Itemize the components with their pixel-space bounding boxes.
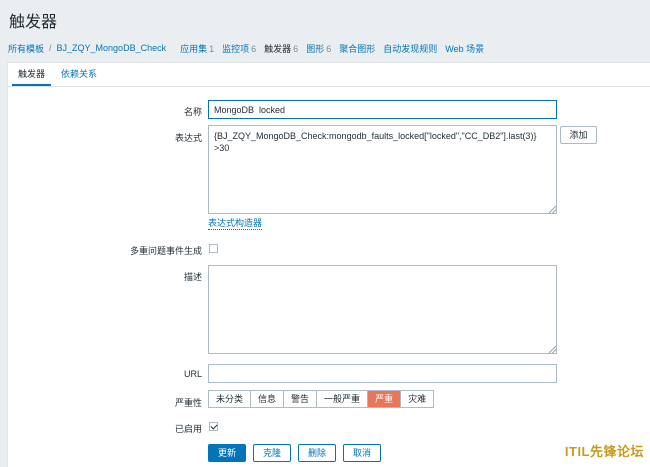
severity-label: 严重性 (174, 398, 202, 408)
name-input[interactable] (208, 100, 557, 119)
multiple-events-checkbox[interactable] (209, 244, 218, 253)
breadcrumb-all-templates[interactable]: 所有模板 (8, 42, 44, 55)
breadcrumb-template[interactable]: BJ_ZQY_MongoDB_Check (57, 43, 167, 53)
resize-grip-icon[interactable] (549, 346, 556, 353)
nav-web-scenarios-label: Web 场景 (445, 43, 485, 54)
name-label: 名称 (183, 107, 202, 117)
tab-trigger[interactable]: 触发器 (12, 63, 52, 86)
watermark-text: ITIL先锋论坛 (564, 444, 644, 459)
breadcrumb: 所有模板 / BJ_ZQY_MongoDB_Check 应用集 1 监控项 6 触发… (0, 36, 650, 60)
tab-bar: 触发器 依赖关系 (8, 63, 650, 87)
nav-triggers-label: 触发器 (264, 43, 292, 54)
nav-items[interactable]: 监控项 6 (222, 42, 256, 55)
nav-applications-count: 1 (209, 43, 215, 54)
nav-graphs-label: 图形 (306, 43, 325, 54)
nav-triggers[interactable]: 触发器 6 (264, 42, 298, 55)
nav-applications[interactable]: 应用集 1 (180, 42, 214, 55)
cancel-button[interactable]: 取消 (343, 444, 381, 462)
nav-screens-label: 聚合图形 (339, 43, 376, 54)
severity-disaster[interactable]: 灾难 (401, 391, 434, 407)
nav-discovery-rules[interactable]: 自动发现规则 (383, 42, 437, 55)
breadcrumb-separator: / (49, 43, 52, 53)
description-wrapper (208, 265, 557, 354)
nav-web-scenarios[interactable]: Web 场景 (445, 42, 484, 55)
enabled-checkbox[interactable] (209, 422, 218, 431)
url-input[interactable] (208, 364, 557, 383)
enabled-label: 已启用 (174, 424, 202, 434)
nav-graphs[interactable]: 图形 6 (306, 42, 331, 55)
nav-screens[interactable]: 聚合图形 (339, 42, 375, 55)
url-label: URL (183, 369, 202, 379)
expression-constructor-link[interactable]: 表达式构造器 (208, 218, 263, 230)
description-textarea[interactable] (208, 265, 557, 354)
add-expression-button[interactable]: 添加 (560, 126, 597, 144)
trigger-form-panel: 触发器 依赖关系 名称 表达式 {BJ_ZQY_MongoDB_Check:mo… (7, 62, 650, 467)
severity-information[interactable]: 信息 (251, 391, 285, 407)
severity-selector: 未分类 信息 警告 一般严重 严重 灾难 (208, 390, 435, 408)
severity-high[interactable]: 严重 (368, 391, 402, 407)
expression-label: 表达式 (174, 133, 202, 143)
nav-discovery-rules-label: 自动发现规则 (383, 43, 438, 54)
severity-warning[interactable]: 警告 (284, 391, 318, 407)
clone-button[interactable]: 克隆 (253, 444, 291, 462)
resize-grip-icon[interactable] (549, 206, 556, 213)
nav-triggers-count: 6 (293, 43, 299, 54)
page-title: 触发器 (9, 14, 58, 31)
severity-average[interactable]: 一般严重 (317, 391, 369, 407)
nav-items-label: 监控项 (222, 43, 250, 54)
delete-button[interactable]: 删除 (298, 444, 336, 462)
severity-not-classified[interactable]: 未分类 (209, 391, 252, 407)
update-button[interactable]: 更新 (208, 444, 246, 462)
expression-wrapper: {BJ_ZQY_MongoDB_Check:mongodb_faults_loc… (208, 125, 557, 214)
multiple-events-label: 多重问题事件生成 (129, 246, 202, 256)
nav-items-count: 6 (251, 43, 257, 54)
nav-graphs-count: 6 (326, 43, 332, 54)
nav-applications-label: 应用集 (180, 43, 208, 54)
expression-textarea[interactable]: {BJ_ZQY_MongoDB_Check:mongodb_faults_loc… (208, 125, 557, 214)
tab-dependencies[interactable]: 依赖关系 (55, 63, 103, 86)
description-label: 描述 (183, 272, 202, 282)
